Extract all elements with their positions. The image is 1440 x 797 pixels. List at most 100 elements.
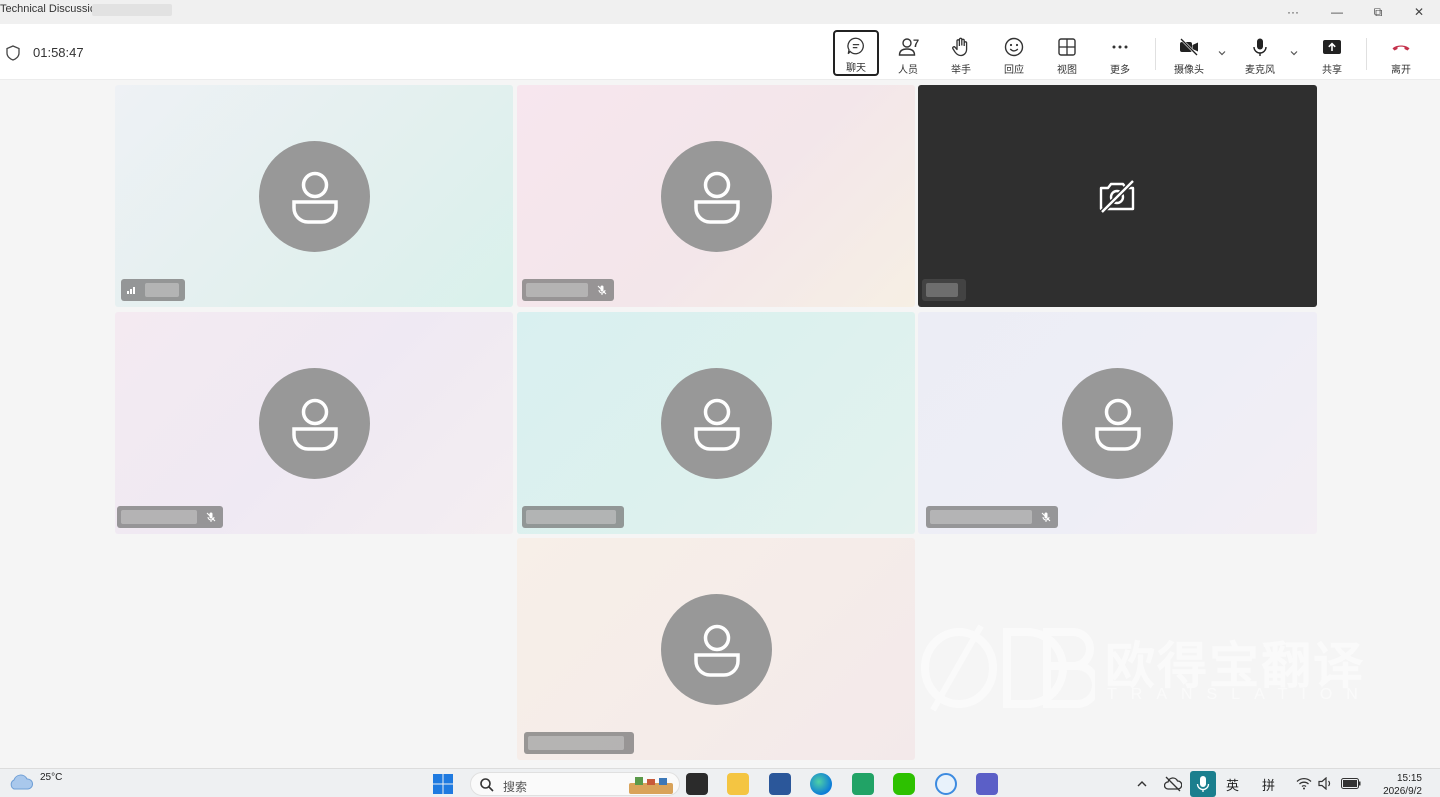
participant-tile[interactable] <box>517 85 915 307</box>
start-button[interactable] <box>432 773 454 795</box>
restore-icon: ⧉ <box>1373 4 1383 19</box>
app-icon[interactable] <box>935 773 957 795</box>
person-icon <box>1094 398 1141 451</box>
teams-icon[interactable] <box>976 773 998 795</box>
word-icon[interactable] <box>769 773 791 795</box>
meeting-toolbar: 01:58:47 聊天 7 人员 举手 回应 视图 更多 摄像头 麦克风 共享 <box>0 24 1440 80</box>
microphone-icon <box>1253 38 1267 56</box>
minimize-button[interactable]: — <box>1316 0 1358 24</box>
name-tag <box>926 506 1058 528</box>
person-icon <box>693 624 740 677</box>
windows-logo-icon <box>433 774 453 794</box>
cloud-icon[interactable] <box>8 773 34 791</box>
participant-name-redacted <box>121 510 197 524</box>
clock-time: 15:15 <box>1396 773 1422 784</box>
camera-label: 摄像头 <box>1174 65 1204 76</box>
react-button[interactable]: 回应 <box>991 30 1037 76</box>
hang-up-icon <box>1392 45 1410 51</box>
window-title: Technical Discussic <box>0 3 96 15</box>
chat-button[interactable]: 聊天 <box>833 30 879 76</box>
chevron-down-icon[interactable] <box>1289 48 1299 58</box>
participant-name-redacted <box>526 283 588 297</box>
camera-off-icon <box>1180 38 1198 56</box>
leave-button[interactable]: 离开 <box>1378 30 1424 76</box>
ime-language[interactable]: 英 <box>1226 775 1239 794</box>
system-clock[interactable]: 15:15 2026/9/2 <box>1374 772 1422 797</box>
people-count: 7 <box>913 38 920 50</box>
muted-mic-icon <box>592 280 612 300</box>
name-tag <box>117 506 223 528</box>
participant-name-redacted <box>528 736 624 750</box>
people-button[interactable]: 7 人员 <box>885 30 931 76</box>
camera-button[interactable]: 摄像头 <box>1166 30 1212 76</box>
person-icon <box>291 171 338 224</box>
share-screen-icon <box>1323 40 1341 54</box>
chevron-down-icon[interactable] <box>1217 48 1227 58</box>
weather-temperature: 25°C <box>40 772 63 783</box>
title-bar: Technical Discussic ··· — ⧉ ✕ <box>0 0 1440 24</box>
wechat-icon[interactable] <box>893 773 915 795</box>
name-tag <box>922 279 966 301</box>
microphone-label: 麦克风 <box>1245 65 1275 76</box>
participant-tile[interactable] <box>918 85 1317 307</box>
watermark-subtitle: TRANSLATION <box>1107 686 1372 703</box>
edge-browser-icon[interactable] <box>810 773 832 795</box>
audio-level-icon <box>121 280 141 300</box>
toolbar-divider <box>1366 38 1367 70</box>
task-view-icon[interactable] <box>686 773 708 795</box>
restore-button[interactable]: ⧉ <box>1357 0 1399 24</box>
cloud-sync-off-icon[interactable] <box>1164 776 1182 792</box>
grid-view-icon <box>1058 38 1076 56</box>
participant-tile[interactable] <box>115 312 513 534</box>
more-actions-button[interactable]: 更多 <box>1097 30 1143 76</box>
view-button[interactable]: 视图 <box>1044 30 1090 76</box>
avatar <box>661 141 772 252</box>
more-options-button[interactable]: ··· <box>1272 0 1314 24</box>
wifi-icon[interactable] <box>1296 777 1312 790</box>
participant-tile[interactable] <box>115 85 513 307</box>
name-tag <box>121 279 185 301</box>
camera-off-icon <box>1099 179 1135 214</box>
avatar <box>259 141 370 252</box>
people-label: 人员 <box>898 65 918 76</box>
muted-mic-icon <box>1036 507 1056 527</box>
windows-taskbar: 25°C 搜索 英 拼 15:15 2026/9/2 <box>0 768 1440 797</box>
participant-tile[interactable] <box>517 538 915 760</box>
ellipsis-icon <box>1112 45 1128 49</box>
watermark-logo <box>921 624 1095 712</box>
participant-name-redacted <box>145 283 179 297</box>
chat-icon <box>847 37 864 55</box>
microphone-in-use-indicator[interactable] <box>1190 771 1216 797</box>
taskbar-search[interactable]: 搜索 <box>470 772 680 796</box>
ime-mode[interactable]: 拼 <box>1262 775 1275 794</box>
chevron-up-icon[interactable] <box>1136 778 1148 790</box>
avatar <box>661 368 772 479</box>
volume-icon[interactable] <box>1318 777 1334 790</box>
leave-label: 离开 <box>1391 65 1411 76</box>
share-label: 共享 <box>1322 65 1342 76</box>
microphone-button[interactable]: 麦克风 <box>1237 30 1283 76</box>
raise-hand-button[interactable]: 举手 <box>938 30 984 76</box>
chat-label: 聊天 <box>846 63 866 74</box>
share-button[interactable]: 共享 <box>1309 30 1355 76</box>
react-label: 回应 <box>1004 65 1024 76</box>
title-redacted <box>92 4 172 16</box>
microphone-icon <box>1196 776 1210 792</box>
more-label: 更多 <box>1110 65 1130 76</box>
meeting-timer: 01:58:47 <box>33 45 84 60</box>
view-label: 视图 <box>1057 65 1077 76</box>
participant-tile[interactable] <box>918 312 1317 534</box>
store-icon[interactable] <box>852 773 874 795</box>
clock-date: 2026/9/2 <box>1383 786 1422 797</box>
person-icon <box>693 171 740 224</box>
close-button[interactable]: ✕ <box>1398 0 1440 24</box>
avatar <box>1062 368 1173 479</box>
toolbar-divider <box>1155 38 1156 70</box>
file-explorer-icon[interactable] <box>727 773 749 795</box>
participant-tile[interactable] <box>517 312 915 534</box>
ellipsis-icon: ··· <box>1287 5 1299 19</box>
shield-icon <box>6 45 20 61</box>
search-icon <box>480 778 494 792</box>
participant-name-redacted <box>930 510 1032 524</box>
battery-icon[interactable] <box>1341 778 1361 789</box>
